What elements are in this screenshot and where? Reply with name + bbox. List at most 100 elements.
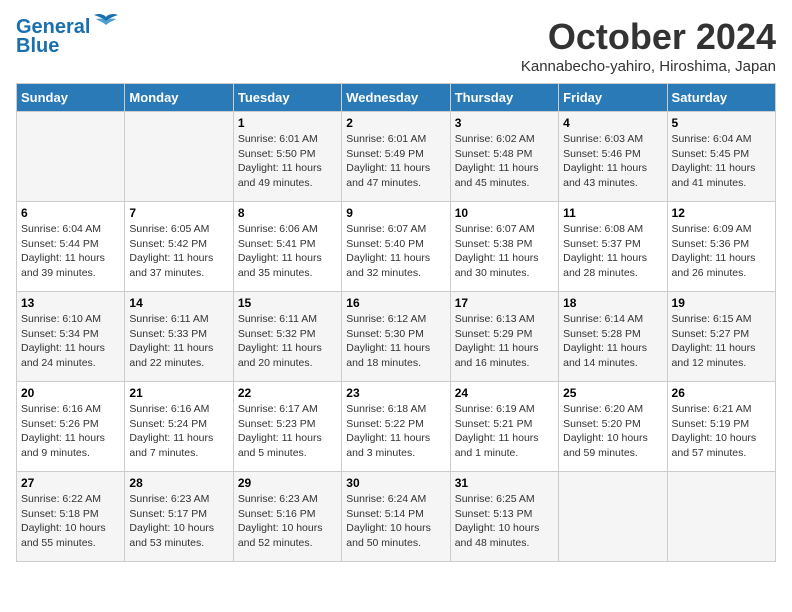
day-cell: 5Sunrise: 6:04 AM Sunset: 5:45 PM Daylig…: [667, 112, 775, 202]
day-info: Sunrise: 6:06 AM Sunset: 5:41 PM Dayligh…: [238, 222, 337, 281]
week-row-2: 6 Sunrise: 6:04 AM Sunset: 5:44 PM Daylig…: [17, 202, 776, 292]
logo-bird-icon: [92, 13, 120, 35]
day-info: Sunrise: 6:23 AM Sunset: 5:17 PM Dayligh…: [129, 492, 228, 551]
day-number: 16: [346, 296, 445, 310]
day-cell: 3Sunrise: 6:02 AM Sunset: 5:48 PM Daylig…: [450, 112, 558, 202]
week-row-1: 1Sunrise: 6:01 AM Sunset: 5:50 PM Daylig…: [17, 112, 776, 202]
day-number: 3: [455, 116, 554, 130]
header-wednesday: Wednesday: [342, 84, 450, 112]
day-number: 13: [21, 296, 120, 310]
day-cell: 15Sunrise: 6:11 AM Sunset: 5:32 PM Dayli…: [233, 292, 341, 382]
day-info: Sunrise: 6:13 AM Sunset: 5:29 PM Dayligh…: [455, 312, 554, 371]
day-info: Sunrise: 6:09 AM Sunset: 5:36 PM Dayligh…: [672, 222, 771, 281]
day-info: Sunrise: 6:16 AM Sunset: 5:26 PM Dayligh…: [21, 402, 120, 461]
day-cell: 24Sunrise: 6:19 AM Sunset: 5:21 PM Dayli…: [450, 382, 558, 472]
day-number: 18: [563, 296, 662, 310]
day-number: 12: [672, 206, 771, 220]
day-number: 31: [455, 476, 554, 490]
day-info: Sunrise: 6:18 AM Sunset: 5:22 PM Dayligh…: [346, 402, 445, 461]
day-cell: 7 Sunrise: 6:05 AM Sunset: 5:42 PM Daylig…: [125, 202, 233, 292]
day-cell: 10 Sunrise: 6:07 AM Sunset: 5:38 PM Dayli…: [450, 202, 558, 292]
day-info: Sunrise: 6:19 AM Sunset: 5:21 PM Dayligh…: [455, 402, 554, 461]
day-number: 23: [346, 386, 445, 400]
day-info: Sunrise: 6:23 AM Sunset: 5:16 PM Dayligh…: [238, 492, 337, 551]
day-info: Sunrise: 6:25 AM Sunset: 5:13 PM Dayligh…: [455, 492, 554, 551]
day-cell: 26 Sunrise: 6:21 AM Sunset: 5:19 PM Dayli…: [667, 382, 775, 472]
logo: General Blue: [16, 16, 120, 58]
location: Kannabecho-yahiro, Hiroshima, Japan: [521, 58, 776, 75]
day-number: 29: [238, 476, 337, 490]
day-number: 8: [238, 206, 337, 220]
day-info: Sunrise: 6:05 AM Sunset: 5:42 PM Dayligh…: [129, 222, 228, 281]
day-number: 6: [21, 206, 120, 220]
day-cell: 23 Sunrise: 6:18 AM Sunset: 5:22 PM Dayli…: [342, 382, 450, 472]
week-row-3: 13 Sunrise: 6:10 AM Sunset: 5:34 PM Dayli…: [17, 292, 776, 382]
day-cell: [125, 112, 233, 202]
day-cell: 27 Sunrise: 6:22 AM Sunset: 5:18 PM Dayli…: [17, 472, 125, 562]
day-cell: [559, 472, 667, 562]
day-cell: 16 Sunrise: 6:12 AM Sunset: 5:30 PM Dayli…: [342, 292, 450, 382]
day-number: 26: [672, 386, 771, 400]
day-info: Sunrise: 6:10 AM Sunset: 5:34 PM Dayligh…: [21, 312, 120, 371]
day-cell: 22 Sunrise: 6:17 AM Sunset: 5:23 PM Dayli…: [233, 382, 341, 472]
day-cell: 9Sunrise: 6:07 AM Sunset: 5:40 PM Daylig…: [342, 202, 450, 292]
day-info: Sunrise: 6:20 AM Sunset: 5:20 PM Dayligh…: [563, 402, 662, 461]
day-cell: 29 Sunrise: 6:23 AM Sunset: 5:16 PM Dayli…: [233, 472, 341, 562]
day-number: 15: [238, 296, 337, 310]
day-cell: 19 Sunrise: 6:15 AM Sunset: 5:27 PM Dayli…: [667, 292, 775, 382]
day-cell: 1Sunrise: 6:01 AM Sunset: 5:50 PM Daylig…: [233, 112, 341, 202]
day-info: Sunrise: 6:15 AM Sunset: 5:27 PM Dayligh…: [672, 312, 771, 371]
day-info: Sunrise: 6:21 AM Sunset: 5:19 PM Dayligh…: [672, 402, 771, 461]
day-info: Sunrise: 6:16 AM Sunset: 5:24 PM Dayligh…: [129, 402, 228, 461]
day-number: 4: [563, 116, 662, 130]
calendar-table: SundayMondayTuesdayWednesdayThursdayFrid…: [16, 83, 776, 562]
day-number: 9: [346, 206, 445, 220]
day-info: Sunrise: 6:14 AM Sunset: 5:28 PM Dayligh…: [563, 312, 662, 371]
header-saturday: Saturday: [667, 84, 775, 112]
day-cell: [17, 112, 125, 202]
day-number: 14: [129, 296, 228, 310]
day-info: Sunrise: 6:07 AM Sunset: 5:38 PM Dayligh…: [455, 222, 554, 281]
day-info: Sunrise: 6:04 AM Sunset: 5:44 PM Dayligh…: [21, 222, 120, 281]
day-info: Sunrise: 6:12 AM Sunset: 5:30 PM Dayligh…: [346, 312, 445, 371]
header-sunday: Sunday: [17, 84, 125, 112]
title-area: October 2024 Kannabecho-yahiro, Hiroshim…: [521, 16, 776, 75]
day-info: Sunrise: 6:17 AM Sunset: 5:23 PM Dayligh…: [238, 402, 337, 461]
day-cell: 6 Sunrise: 6:04 AM Sunset: 5:44 PM Daylig…: [17, 202, 125, 292]
day-cell: [667, 472, 775, 562]
day-info: Sunrise: 6:22 AM Sunset: 5:18 PM Dayligh…: [21, 492, 120, 551]
day-cell: 11Sunrise: 6:08 AM Sunset: 5:37 PM Dayli…: [559, 202, 667, 292]
day-cell: 4 Sunrise: 6:03 AM Sunset: 5:46 PM Daylig…: [559, 112, 667, 202]
header-thursday: Thursday: [450, 84, 558, 112]
day-number: 27: [21, 476, 120, 490]
week-row-4: 20 Sunrise: 6:16 AM Sunset: 5:26 PM Dayli…: [17, 382, 776, 472]
day-cell: 12 Sunrise: 6:09 AM Sunset: 5:36 PM Dayli…: [667, 202, 775, 292]
header-tuesday: Tuesday: [233, 84, 341, 112]
day-info: Sunrise: 6:01 AM Sunset: 5:50 PM Dayligh…: [238, 132, 337, 191]
day-cell: 8 Sunrise: 6:06 AM Sunset: 5:41 PM Daylig…: [233, 202, 341, 292]
day-cell: 31 Sunrise: 6:25 AM Sunset: 5:13 PM Dayli…: [450, 472, 558, 562]
header-row: SundayMondayTuesdayWednesdayThursdayFrid…: [17, 84, 776, 112]
day-cell: 20 Sunrise: 6:16 AM Sunset: 5:26 PM Dayli…: [17, 382, 125, 472]
day-number: 22: [238, 386, 337, 400]
day-number: 20: [21, 386, 120, 400]
day-number: 10: [455, 206, 554, 220]
week-row-5: 27 Sunrise: 6:22 AM Sunset: 5:18 PM Dayli…: [17, 472, 776, 562]
day-cell: 21Sunrise: 6:16 AM Sunset: 5:24 PM Dayli…: [125, 382, 233, 472]
day-number: 11: [563, 206, 662, 220]
day-info: Sunrise: 6:01 AM Sunset: 5:49 PM Dayligh…: [346, 132, 445, 191]
day-number: 19: [672, 296, 771, 310]
day-cell: 25Sunrise: 6:20 AM Sunset: 5:20 PM Dayli…: [559, 382, 667, 472]
day-number: 30: [346, 476, 445, 490]
logo-blue-text: Blue: [16, 35, 59, 58]
day-number: 7: [129, 206, 228, 220]
day-number: 17: [455, 296, 554, 310]
day-info: Sunrise: 6:24 AM Sunset: 5:14 PM Dayligh…: [346, 492, 445, 551]
day-cell: 18 Sunrise: 6:14 AM Sunset: 5:28 PM Dayli…: [559, 292, 667, 382]
month-title: October 2024: [521, 16, 776, 58]
day-info: Sunrise: 6:03 AM Sunset: 5:46 PM Dayligh…: [563, 132, 662, 191]
header-monday: Monday: [125, 84, 233, 112]
day-number: 2: [346, 116, 445, 130]
day-info: Sunrise: 6:11 AM Sunset: 5:33 PM Dayligh…: [129, 312, 228, 371]
header-friday: Friday: [559, 84, 667, 112]
